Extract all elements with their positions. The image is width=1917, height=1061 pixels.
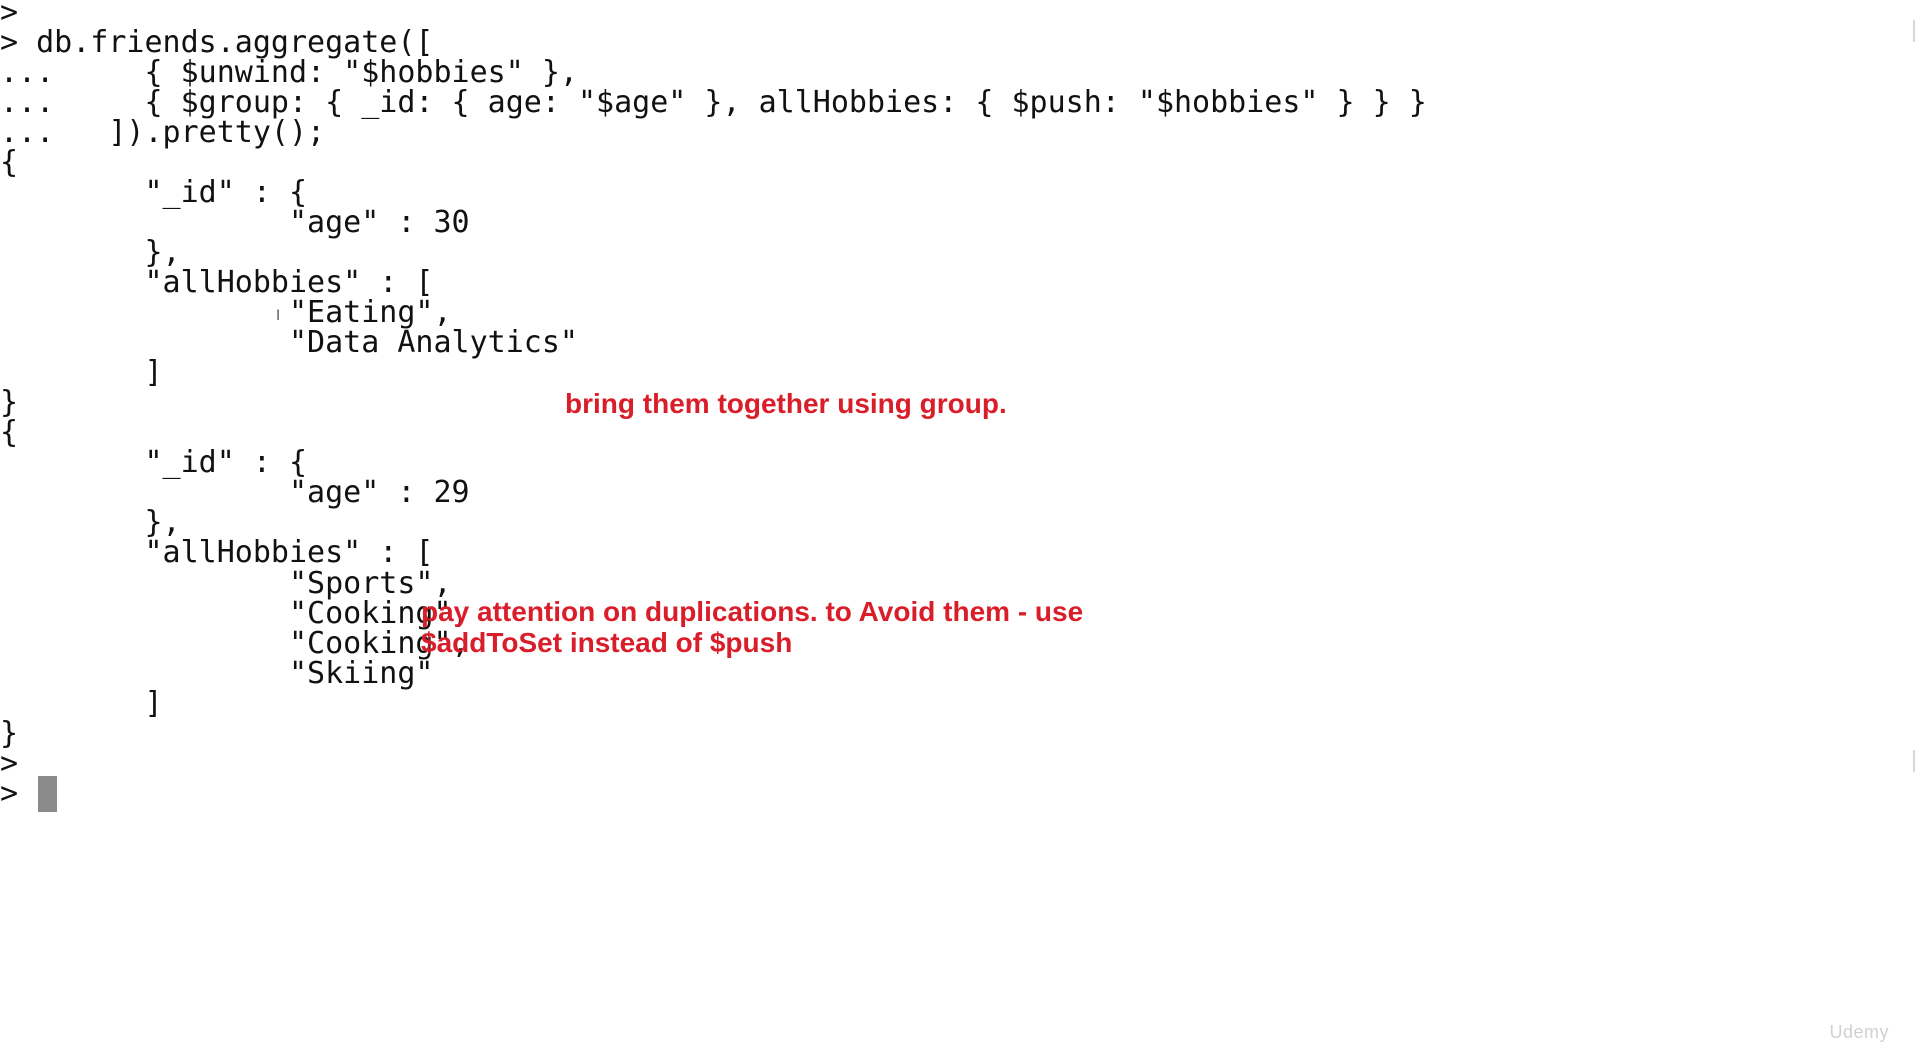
group-annotation: bring them together using group. — [565, 388, 1007, 419]
terminal-prompt-line[interactable]: > — [0, 776, 36, 812]
terminal-line: ... ]).pretty(); — [0, 115, 326, 150]
terminal-window[interactable]: > > db.friends.aggregate([ ... { $unwind… — [0, 0, 1917, 1061]
scroll-edge-mark — [1913, 750, 1915, 772]
udemy-watermark: Udemy — [1829, 1022, 1889, 1042]
terminal-cursor[interactable] — [38, 776, 57, 812]
text-cursor-icon: I — [276, 308, 281, 324]
terminal-line: ] — [0, 686, 163, 721]
scroll-edge-mark — [1913, 20, 1915, 42]
terminal-line: ] — [0, 355, 163, 390]
duplication-annotation-line2: $addToSet instead of $push — [421, 627, 793, 658]
